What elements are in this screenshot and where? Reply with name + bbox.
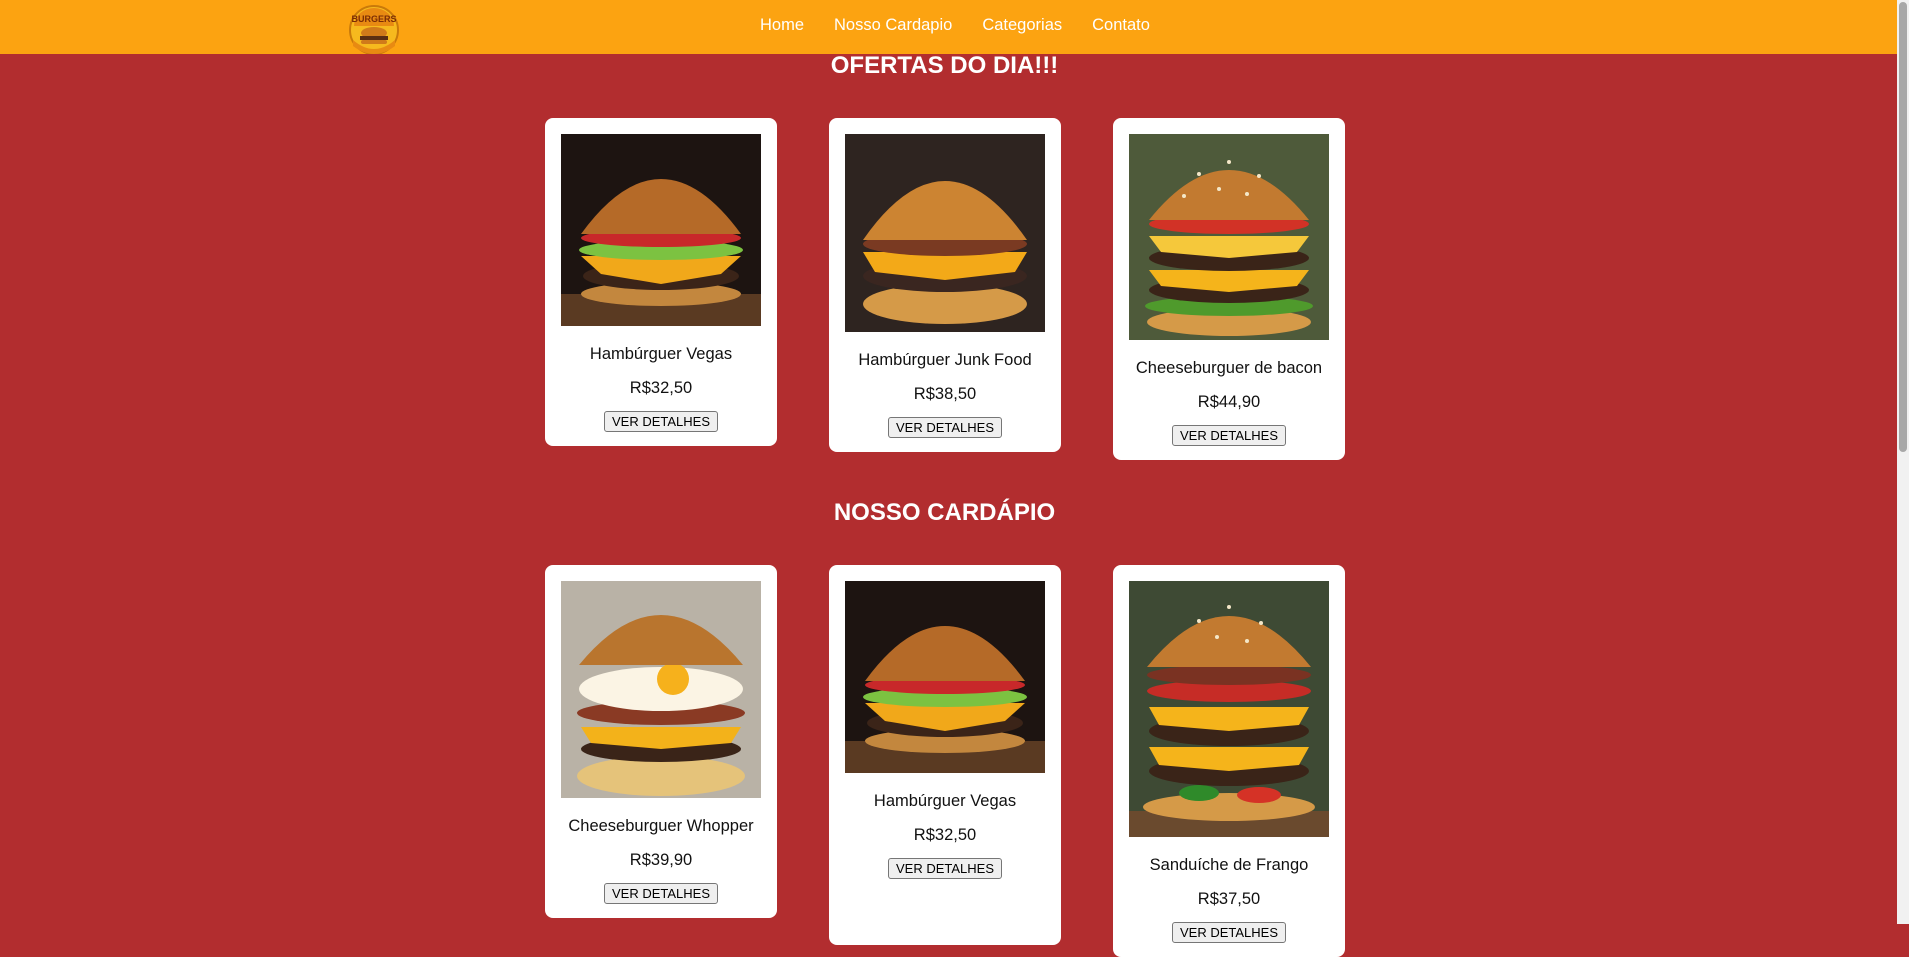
nav-link-nosso-cardapio[interactable]: Nosso Cardapio xyxy=(834,16,952,35)
product-price: R$38,50 xyxy=(913,385,977,403)
menu-grid: Cheeseburguer Whopper R$39,90 VER DETALH… xyxy=(545,565,1345,957)
nav-link-home[interactable]: Home xyxy=(760,16,804,35)
header-bar: BURGERS Home Nosso Cardapio Categorias C… xyxy=(0,0,1897,55)
burger-image xyxy=(845,134,1045,332)
product-name: Sanduíche de Frango xyxy=(1149,856,1309,874)
product-card: Sanduíche de Frango R$37,50 VER DETALHES xyxy=(1113,565,1345,957)
product-card: Hambúrguer Vegas R$32,50 VER DETALHES xyxy=(829,565,1061,945)
view-details-button[interactable]: VER DETALHES xyxy=(1171,425,1286,446)
product-card: Hambúrguer Junk Food R$38,50 VER DETALHE… xyxy=(829,118,1061,452)
nav-link-categorias[interactable]: Categorias xyxy=(982,16,1062,35)
offers-title: OFERTAS DO DIA!!! xyxy=(830,52,1059,79)
burger-logo[interactable]: BURGERS xyxy=(345,4,403,55)
menu-title: NOSSO CARDÁPIO xyxy=(833,499,1056,526)
offers-grid: Hambúrguer Vegas R$32,50 VER DETALHES Ha… xyxy=(545,118,1345,460)
view-details-button[interactable]: VER DETALHES xyxy=(1171,922,1286,943)
svg-text:BURGERS: BURGERS xyxy=(351,14,396,24)
burger-image xyxy=(561,134,761,326)
burger-image xyxy=(845,581,1045,773)
page-scrollbar[interactable] xyxy=(1897,0,1909,924)
product-card: Cheeseburguer de bacon R$44,90 VER DETAL… xyxy=(1113,118,1345,460)
product-name: Hambúrguer Junk Food xyxy=(858,351,1032,369)
product-price: R$32,50 xyxy=(629,379,693,397)
product-price: R$32,50 xyxy=(913,826,977,844)
product-name: Cheeseburguer Whopper xyxy=(568,817,754,835)
view-details-button[interactable]: VER DETALHES xyxy=(603,883,718,904)
nav-link-contato[interactable]: Contato xyxy=(1092,16,1150,35)
product-name: Hambúrguer Vegas xyxy=(873,792,1017,810)
main-nav: Home Nosso Cardapio Categorias Contato xyxy=(760,0,1150,50)
view-details-button[interactable]: VER DETALHES xyxy=(603,411,718,432)
view-details-button[interactable]: VER DETALHES xyxy=(887,417,1002,438)
view-details-button[interactable]: VER DETALHES xyxy=(887,858,1002,879)
product-name: Cheeseburguer de bacon xyxy=(1135,359,1323,377)
product-price: R$44,90 xyxy=(1197,393,1261,411)
burger-image xyxy=(561,581,761,798)
burger-image xyxy=(1129,134,1329,340)
product-price: R$39,90 xyxy=(629,851,693,869)
product-name: Hambúrguer Vegas xyxy=(589,345,733,363)
product-card: Hambúrguer Vegas R$32,50 VER DETALHES xyxy=(545,118,777,446)
scrollbar-thumb[interactable] xyxy=(1899,2,1907,452)
product-price: R$37,50 xyxy=(1197,890,1261,908)
burger-image xyxy=(1129,581,1329,837)
product-card: Cheeseburguer Whopper R$39,90 VER DETALH… xyxy=(545,565,777,918)
